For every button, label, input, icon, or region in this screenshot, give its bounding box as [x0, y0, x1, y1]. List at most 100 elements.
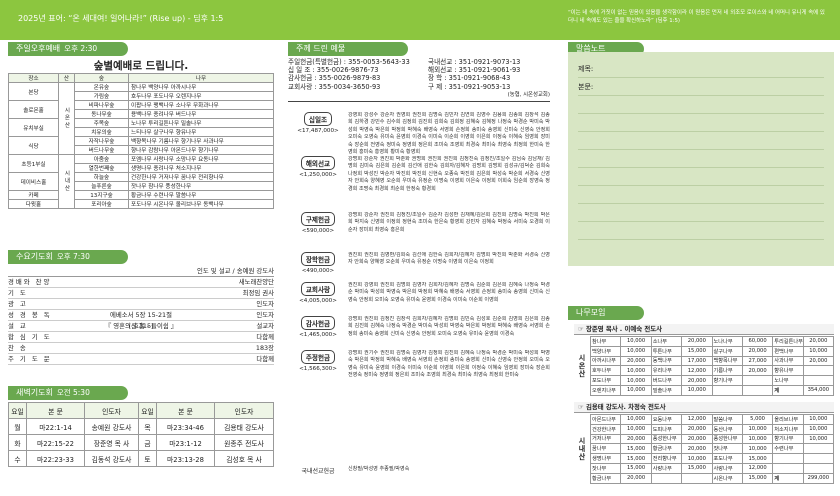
tree-amount	[802, 375, 835, 386]
tree-amount: 20,000	[681, 443, 713, 455]
col-header: 인도자	[214, 402, 274, 419]
tree-amount	[802, 365, 835, 377]
trees-cell: 느티나무 살구나무 향유나무	[128, 127, 274, 137]
tree-name: 계	[772, 472, 804, 484]
forest-cell: 자작나무숲	[74, 136, 129, 146]
wednesday-program: 인도 및 설교 / 송예원 강도사 경배와 찬양 새노래찬양단 기 도 최정임 권사 광…	[8, 266, 274, 365]
tree-name: 유리나무	[650, 365, 683, 377]
table-row: 유치부실 주목숲 노나무 투리길튼나무 밀솔나무	[8, 118, 274, 137]
tree-name: 풍성한나무	[650, 433, 683, 445]
tree-amount: 10,000	[741, 433, 774, 445]
dawn-prayer-header: 새벽기도회 오전 5:30	[8, 386, 128, 400]
offering-label: 구제헌금 <590,000>	[288, 212, 348, 250]
tree-amount: 15,000	[681, 462, 713, 474]
tree-amount: 20,000	[620, 472, 652, 484]
table-row: 백양나무 10,000 투튼나무 15,000 살구나무 20,000 편백나무 10,000	[589, 345, 835, 357]
table-row: 참나무 10,000 소나무 20,000 노나나무 60,000 투리길튼나무 20,000	[589, 336, 835, 347]
forest-cell: 주목숲	[74, 118, 129, 128]
tree-name: 백양나무	[589, 345, 622, 357]
tree-name: 꿈나무	[589, 443, 622, 455]
offering-item: 장학헌금 <490,000> 권진희 권진희 김영환/김희숙 김선애 김한숙 김희자…	[288, 252, 550, 280]
tree-name: 잣나무	[589, 462, 622, 474]
tree-amount: 354,000	[802, 384, 835, 396]
offering-item: 교회사랑 <4,005,000> 권진희 강영희 권진희 김명희 김영자 김희자/김…	[288, 282, 550, 314]
dawn-cell: 토	[138, 450, 157, 467]
forest-cell: 열한번째숲	[74, 163, 129, 173]
col-header: 산	[58, 73, 75, 83]
tree-name: 생명나무	[589, 453, 622, 464]
tree-name: 투튼나무	[650, 345, 683, 357]
dawn-cell: 마22:1-14	[26, 418, 85, 435]
tree-amount: 10,000	[620, 384, 652, 396]
dawn-cell: 김동석 강도사	[84, 450, 139, 467]
tree-amount	[741, 384, 774, 396]
mountain-cell: 시내산	[58, 154, 75, 209]
offering-donors: 권진희 권진희 김영환/김희숙 김선애 김한숙 김희자/김혜자 김명희 박진희 …	[348, 252, 550, 266]
table-row: 호두나무 10,000 유리나무 12,000 기름나무 20,000 향유나무	[589, 365, 835, 377]
sunday-header-label: 주일오후예배	[16, 44, 61, 53]
forest-cell: 아줌숲	[74, 154, 129, 164]
tree-amount: 10,000	[802, 345, 835, 357]
program-row: 성 경 봉 독 에베소서 5장 15-21절(신.315) 인도자	[8, 310, 274, 330]
tree-name: 살구나무	[711, 345, 743, 357]
dawn-table: 요일 본 문 인도자 요일 본 문 인도자 월 마22:1-14 송예원 강도사 목 마23:34-…	[8, 402, 274, 467]
offering-label: 주정헌금 <1,566,300>	[288, 350, 348, 394]
tree-name: 말씀나무	[711, 414, 743, 425]
tree-amount: 10,000	[802, 433, 835, 445]
tree-amount: 20,000	[620, 355, 652, 367]
offering-label: 해외선교 <1,250,000>	[288, 156, 348, 210]
tree-amount: 10,000	[741, 423, 774, 435]
program-item: 설 교	[8, 322, 28, 330]
program-detail	[98, 299, 184, 309]
program-row: 합 심 기 도 다함께	[8, 332, 274, 343]
tree-amount: 15,000	[620, 462, 652, 474]
program-person: 다함께	[256, 355, 274, 363]
table-row: 아까시나무 20,000 동백나무 17,000 백향목나무 27,000 사과나무 20,0…	[589, 355, 835, 367]
tree-name: 향유나무	[772, 365, 804, 377]
forest-cell: 버드나무숲	[74, 145, 129, 155]
program-person: 설교자	[256, 322, 274, 330]
place-cell: 다윗홀	[8, 199, 59, 209]
program-person: 새노래찬양단	[238, 278, 274, 286]
tree-name: 거저나무	[589, 433, 622, 445]
offering-name: 구제헌금	[300, 212, 336, 226]
tree-name: 향기나무	[772, 433, 804, 445]
col-header: 장소	[8, 73, 59, 83]
trees-cell: 호두나무 포도나무 오렌지나무	[128, 91, 274, 101]
dawn-cell: 마22:23-33	[26, 450, 85, 467]
tree-amount: 20,000	[681, 336, 713, 347]
account-row: 주일헌금(특별헌금) : 355-0053-5643-33 국내선교 : 351-…	[288, 58, 550, 66]
col-header: 본 문	[156, 402, 215, 419]
sermon-notes-box[interactable]: 제목: 본문:	[568, 52, 834, 266]
col-header: 인도자	[84, 402, 139, 419]
tree-amount: 20,000	[802, 336, 835, 347]
offering-amount: <17,487,000>	[297, 128, 339, 134]
tree-name: 동백나무	[650, 355, 683, 367]
offering-name: 교회사랑	[300, 282, 336, 296]
program-row: 광 고 인도자	[8, 299, 274, 310]
table-row: 월 마22:1-14 송예원 강도사 목 마23:34-46 김용태 강도사	[8, 418, 274, 435]
tree-amount: 12,000	[741, 462, 774, 474]
program-person: 183장	[255, 344, 274, 352]
tree-name: 아몬드나무	[589, 414, 622, 425]
forest-cell: 온유숲	[74, 82, 129, 92]
note-line	[578, 222, 824, 240]
col-header: 나무	[128, 73, 274, 83]
tree-name: 잣나무	[711, 443, 743, 455]
tree-name: 노나무	[772, 375, 804, 386]
offering-header-label: 주께 드린 예물	[296, 44, 346, 53]
program-person: 인도자	[256, 300, 274, 308]
tree-name: 백향목나무	[711, 355, 743, 367]
table-row: 본당 시온산 온유숲 참나무 백양나무 아까시나무	[8, 82, 274, 155]
tree-name: 전리향나무	[650, 453, 683, 464]
table-row: 꿈나무 15,000 황금나무 20,000 잣나무 10,000 수련나무	[589, 443, 835, 455]
tree-amount: 10,000	[681, 453, 713, 464]
offering-item: 십일조 <17,487,000> 강영희 강성수 강순자 권영희 권진희 김명숙 김…	[288, 112, 550, 154]
tree-name: 아까시나무	[589, 355, 622, 367]
col-header: 요일	[138, 402, 157, 419]
offering-item: 구제헌금 <590,000> 강명희 강순자 권진희 김정진/조일수 김순자 김성환…	[288, 212, 550, 250]
offering-name: 해외선교	[300, 156, 336, 170]
tree-amount: 15,000	[620, 453, 652, 464]
offering-donors: 강명희 권기수 권진희 김명숙 김영자 김정희 김진희 김혜숙 나정숙 박경순 …	[348, 350, 550, 379]
table-row: 생명나무 15,000 전리향나무 10,000 포도나무 15,000	[589, 453, 835, 464]
